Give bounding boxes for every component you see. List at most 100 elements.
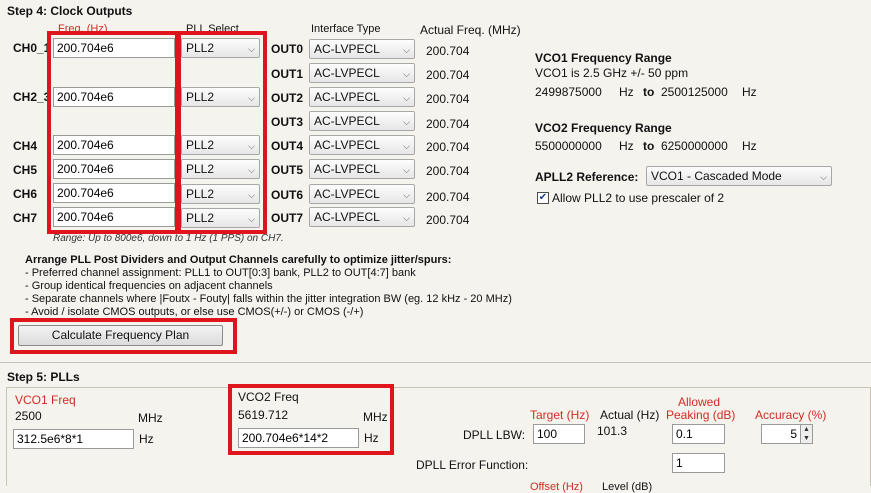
- channel-label-ch4: CH4: [13, 139, 38, 153]
- dpll-lbw-label: DPLL LBW:: [463, 428, 526, 442]
- actual-freq-header: Actual Freq. (MHz): [420, 23, 521, 37]
- output-label-out1: OUT1: [271, 67, 304, 81]
- peaking-header: Peaking (dB): [666, 408, 736, 422]
- channel-label-ch7: CH7: [13, 211, 38, 225]
- vco2-range-to: to: [643, 139, 655, 153]
- actual-freq-out1: 200.704: [426, 68, 470, 82]
- chevron-down-icon: ⌵: [403, 165, 410, 175]
- advice-line-2: - Group identical frequencies on adjacen…: [25, 280, 273, 292]
- interface-select-out1[interactable]: AC-LVPECL ⌵: [309, 63, 415, 83]
- advice-line-3: - Separate channels where |Foutx - Fouty…: [25, 293, 512, 305]
- actual-freq-out7: 200.704: [426, 213, 470, 227]
- vco1-range-max: 2500125000: [661, 85, 728, 99]
- accuracy-spinner[interactable]: ▲ ▼: [800, 424, 813, 444]
- vco1-range-desc: VCO1 is 2.5 GHz +/- 50 ppm: [535, 66, 689, 80]
- highlight-pll-select-column: [175, 31, 267, 234]
- highlight-freq-column: [47, 31, 181, 234]
- vco2-range-min-unit: Hz: [619, 139, 634, 153]
- dpll-error-function-input[interactable]: 1: [672, 453, 725, 473]
- vco1-freq-value: 2500: [15, 409, 42, 423]
- actual-freq-out0: 200.704: [426, 44, 470, 58]
- chevron-down-icon: ⌵: [403, 45, 410, 55]
- actual-freq-out2: 200.704: [426, 92, 470, 106]
- vco1-freq-input-unit: Hz: [139, 432, 154, 446]
- highlight-vco2-freq: [228, 384, 394, 455]
- channel-label-ch5: CH5: [13, 163, 38, 177]
- chevron-down-icon: ⌵: [403, 213, 410, 223]
- actual-freq-out6: 200.704: [426, 190, 470, 204]
- actual-freq-out5: 200.704: [426, 164, 470, 178]
- dpll-lbw-actual: 101.3: [597, 424, 628, 438]
- chevron-down-icon: ⌵: [403, 190, 410, 200]
- output-label-out2: OUT2: [271, 91, 304, 105]
- allowed-header: Allowed: [678, 395, 721, 409]
- interface-select-out7[interactable]: AC-LVPECL ⌵: [309, 207, 415, 227]
- channel-label-ch0-1: CH0_1: [13, 41, 51, 55]
- level-header: Level (dB): [602, 481, 653, 493]
- apll2-reference-value: VCO1 - Cascaded Mode: [651, 169, 782, 183]
- step4-section: Step 4: Clock Outputs Freq. (Hz) PLL Sel…: [0, 0, 871, 370]
- vco1-range-title: VCO1 Frequency Range: [535, 51, 672, 65]
- interface-select-value: AC-LVPECL: [314, 162, 380, 176]
- interface-select-value: AC-LVPECL: [314, 114, 380, 128]
- vco1-range-max-unit: Hz: [742, 85, 757, 99]
- apll2-reference-select[interactable]: VCO1 - Cascaded Mode ⌵: [646, 166, 832, 186]
- interface-select-value: AC-LVPECL: [314, 42, 380, 56]
- vco2-range-max-unit: Hz: [742, 139, 757, 153]
- dpll-lbw-peaking-input[interactable]: 0.1: [672, 424, 725, 444]
- allow-prescaler-checkbox[interactable]: ✔: [537, 192, 549, 204]
- interface-select-value: AC-LVPECL: [314, 210, 380, 224]
- spin-up-icon[interactable]: ▲: [801, 425, 812, 434]
- vco2-range-max: 6250000000: [661, 139, 728, 153]
- interface-select-value: AC-LVPECL: [314, 66, 380, 80]
- channel-label-ch6: CH6: [13, 187, 38, 201]
- interface-type-header: Interface Type: [311, 23, 381, 35]
- interface-select-out4[interactable]: AC-LVPECL ⌵: [309, 135, 415, 155]
- vco1-freq-label: VCO1 Freq: [15, 393, 76, 407]
- accuracy-header: Accuracy (%): [755, 408, 827, 422]
- accuracy-input[interactable]: 5: [761, 424, 801, 444]
- vco1-freq-unit: MHz: [138, 411, 163, 425]
- step5-section: Step 5: PLLs VCO1 Freq 2500 MHz 312.5e6*…: [0, 363, 871, 493]
- channel-label-ch2-3: CH2_3: [13, 90, 51, 104]
- vco2-range-min: 5500000000: [535, 139, 602, 153]
- chevron-down-icon: ⌵: [403, 93, 410, 103]
- vco1-range-to: to: [643, 85, 655, 99]
- interface-select-out0[interactable]: AC-LVPECL ⌵: [309, 39, 415, 59]
- offset-header: Offset (Hz): [530, 481, 583, 493]
- vco2-range-title: VCO2 Frequency Range: [535, 121, 672, 135]
- output-label-out5: OUT5: [271, 163, 304, 177]
- vco1-freq-input[interactable]: 312.5e6*8*1: [13, 429, 134, 449]
- output-label-out4: OUT4: [271, 139, 304, 153]
- interface-select-value: AC-LVPECL: [314, 90, 380, 104]
- advice-line-4: - Avoid / isolate CMOS outputs, or else …: [25, 306, 364, 318]
- step4-title: Step 4: Clock Outputs: [7, 4, 133, 18]
- chevron-down-icon: ⌵: [403, 69, 410, 79]
- actual-header: Actual (Hz): [600, 408, 660, 422]
- vco1-range-min-unit: Hz: [619, 85, 634, 99]
- chevron-down-icon: ⌵: [403, 141, 410, 151]
- output-label-out7: OUT7: [271, 211, 304, 225]
- vco1-range-min: 2499875000: [535, 85, 602, 99]
- interface-select-out2[interactable]: AC-LVPECL ⌵: [309, 87, 415, 107]
- actual-freq-out3: 200.704: [426, 117, 470, 131]
- advice-line-1: - Preferred channel assignment: PLL1 to …: [25, 267, 416, 279]
- checkmark-icon: ✔: [538, 192, 548, 203]
- dpll-lbw-target-input[interactable]: 100: [533, 424, 585, 444]
- output-label-out0: OUT0: [271, 42, 304, 56]
- apll2-reference-label: APLL2 Reference:: [535, 170, 639, 184]
- actual-freq-out4: 200.704: [426, 140, 470, 154]
- output-label-out3: OUT3: [271, 115, 304, 129]
- allow-prescaler-label: Allow PLL2 to use prescaler of 2: [552, 191, 725, 205]
- output-label-out6: OUT6: [271, 188, 304, 202]
- chevron-down-icon: ⌵: [403, 117, 410, 127]
- interface-select-out5[interactable]: AC-LVPECL ⌵: [309, 159, 415, 179]
- chevron-down-icon: ⌵: [820, 172, 827, 182]
- interface-select-out6[interactable]: AC-LVPECL ⌵: [309, 184, 415, 204]
- dpll-error-function-label: DPLL Error Function:: [416, 458, 529, 472]
- range-note: Range: Up to 800e6, down to 1 Hz (1 PPS)…: [53, 233, 284, 244]
- interface-select-value: AC-LVPECL: [314, 138, 380, 152]
- target-header: Target (Hz): [530, 408, 590, 422]
- spin-down-icon[interactable]: ▼: [801, 434, 812, 443]
- interface-select-out3[interactable]: AC-LVPECL ⌵: [309, 111, 415, 131]
